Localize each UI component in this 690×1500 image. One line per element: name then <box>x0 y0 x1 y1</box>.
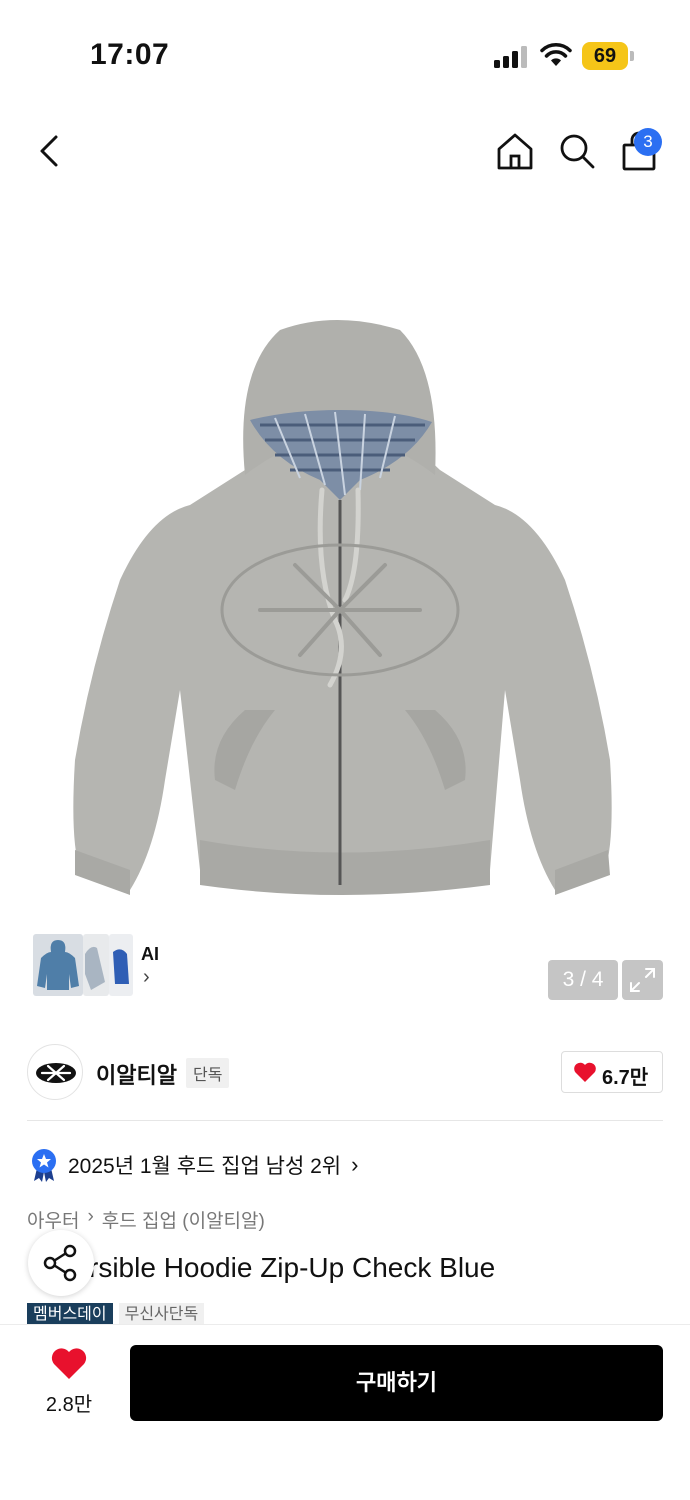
share-icon <box>43 1244 77 1282</box>
ranking-link[interactable]: 2025년 1월 후드 집업 남성 2위 › <box>30 1148 358 1182</box>
expand-button[interactable] <box>622 960 663 1000</box>
wifi-icon <box>540 43 572 66</box>
breadcrumb: 아우터 › 후드 집업 (이알티알) <box>27 1206 265 1233</box>
ai-label[interactable]: AI <box>141 944 159 965</box>
breadcrumb-category[interactable]: 아우터 <box>27 1206 79 1233</box>
cart-count-badge: 3 <box>634 128 662 156</box>
status-time: 17:07 <box>90 38 170 71</box>
brand-name[interactable]: 이알티알 <box>96 1058 177 1090</box>
chevron-right-icon[interactable]: › <box>143 966 150 989</box>
breadcrumb-subcategory[interactable]: 후드 집업 (이알티알) <box>102 1206 265 1233</box>
product-like-count: 2.8만 <box>45 1394 93 1416</box>
chevron-left-icon <box>40 135 58 167</box>
brand-exclusive-tag: 단독 <box>186 1058 230 1088</box>
ranking-text: 2025년 1월 후드 집업 남성 2위 <box>68 1155 342 1178</box>
home-button[interactable] <box>493 128 537 174</box>
hoodie-thumb-icon <box>113 949 129 984</box>
thumbnail-royal[interactable] <box>109 934 133 996</box>
heart-icon <box>51 1348 87 1379</box>
thumbnail-strip[interactable] <box>27 930 172 1000</box>
brand-like-button[interactable]: 6.7만 <box>561 1051 663 1093</box>
brand-logo-icon <box>36 1063 76 1083</box>
share-button[interactable] <box>28 1230 94 1296</box>
hoodie-thumb-icon <box>85 946 105 990</box>
product-like-button[interactable]: 2.8만 <box>34 1346 104 1418</box>
home-icon <box>497 133 533 170</box>
signal-icon <box>494 44 528 68</box>
chevron-right-icon: › <box>87 1206 94 1227</box>
image-pager: 3 / 4 <box>548 960 618 1000</box>
thumbnail-gray[interactable] <box>83 934 109 996</box>
product-title-text: rsible Hoodie Zip-Up Check Blue <box>89 1252 496 1283</box>
brand-logo[interactable] <box>27 1044 83 1100</box>
expand-icon <box>630 968 655 992</box>
heart-icon <box>574 1062 596 1082</box>
search-icon <box>560 134 595 169</box>
search-button[interactable] <box>555 128 599 174</box>
product-title: rsible Hoodie Zip-Up Check Blue <box>27 1252 495 1284</box>
ranking-medal-icon <box>32 1149 56 1182</box>
battery-tip <box>630 51 634 61</box>
divider <box>27 1120 663 1121</box>
status-bar: 17:07 69 <box>0 0 690 100</box>
product-image[interactable] <box>60 310 630 910</box>
battery-indicator: 69 <box>582 42 628 70</box>
brand-like-count: 6.7만 <box>602 1067 649 1089</box>
buy-button[interactable]: 구매하기 <box>130 1345 663 1421</box>
thumbnail-blue[interactable] <box>33 934 83 996</box>
back-button[interactable] <box>26 126 72 176</box>
chevron-right-icon: › <box>351 1152 359 1177</box>
hoodie-thumb-icon <box>37 940 79 990</box>
